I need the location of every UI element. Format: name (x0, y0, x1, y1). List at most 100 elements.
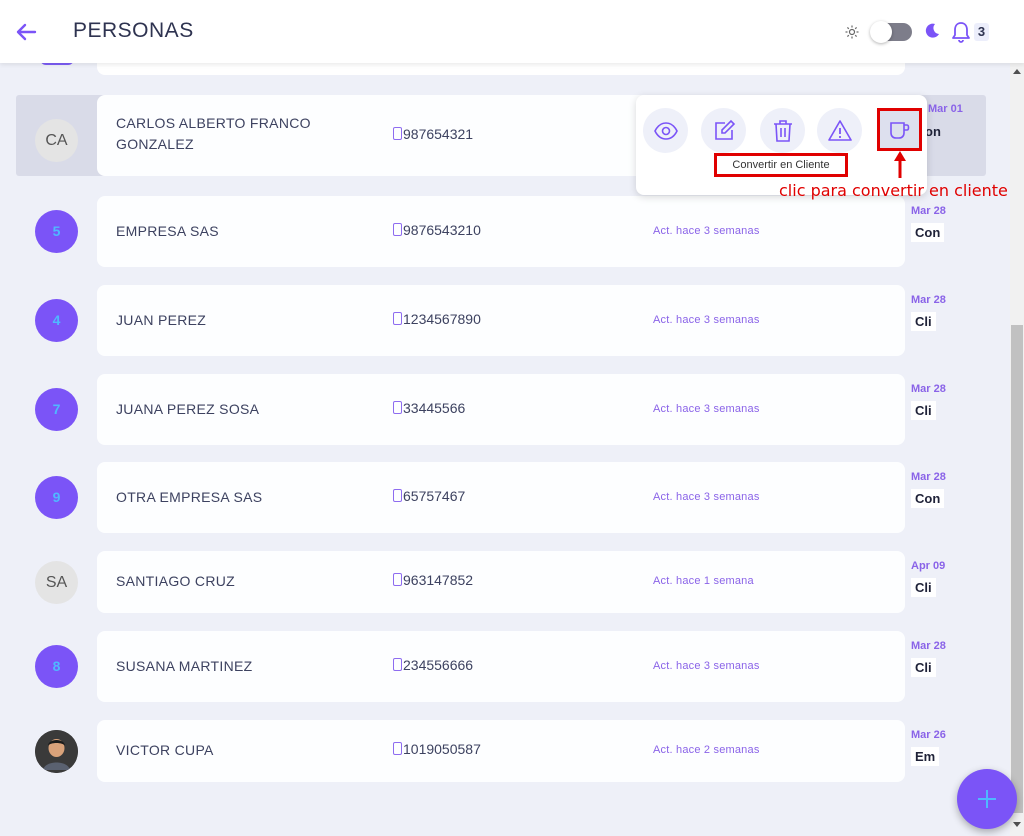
activity-label: Act. hace 3 semanas (653, 490, 760, 503)
person-name: OTRA EMPRESA SAS (116, 488, 263, 505)
phone-icon (393, 488, 402, 502)
actions-popup: Convertir en Cliente (636, 95, 927, 195)
type-tag: Cli (911, 312, 936, 331)
plus-icon (978, 790, 996, 808)
trash-icon (774, 120, 792, 142)
type-tag: Cli (911, 658, 936, 677)
list-item[interactable]: VICTOR CUPA 1019050587 Act. hace 2 semanas (97, 720, 905, 782)
edit-button[interactable] (701, 108, 746, 153)
phone-value: 33445566 (403, 399, 466, 416)
phone-icon (393, 742, 402, 755)
scrollbar[interactable] (1010, 63, 1024, 836)
person-name: EMPRESA SAS (116, 222, 219, 239)
phone-number: 33445566 (393, 400, 465, 416)
phone-number: 1234567890 (393, 311, 481, 327)
phone-number: 9876543210 (393, 222, 481, 238)
moon-icon[interactable] (924, 23, 940, 39)
cup-icon (890, 122, 910, 139)
type-tag: Cli (911, 578, 936, 597)
phone-number: 963147852 (393, 572, 473, 588)
convert-to-client-button[interactable] (877, 108, 922, 151)
annotation-arrow-icon (894, 151, 906, 178)
scroll-up-icon[interactable] (1013, 69, 1021, 74)
activity-label: Act. hace 3 semanas (653, 402, 760, 415)
activity-label: Act. hace 3 semanas (653, 659, 760, 672)
avatar: 7 (35, 388, 78, 431)
type-tag: on (925, 124, 941, 139)
date-label: Apr 09 (911, 560, 946, 572)
phone-value: 987654321 (403, 126, 474, 142)
phone-icon (393, 127, 402, 140)
activity-label: Act. hace 3 semanas (653, 313, 760, 326)
notification-count: 3 (974, 23, 989, 41)
toggle-knob (870, 21, 892, 43)
phone-icon (393, 400, 402, 414)
top-bar: PERSONAS 3 (0, 0, 1024, 63)
avatar: 9 (35, 476, 78, 519)
tooltip: Convertir en Cliente (714, 153, 848, 177)
date-label: Mar 28 (911, 471, 946, 483)
phone-value: 65757467 (403, 487, 466, 504)
phone-value: 9876543210 (403, 221, 481, 238)
warning-icon (828, 120, 852, 141)
person-name: JUAN PEREZ (116, 311, 207, 328)
person-photo-icon (35, 729, 78, 773)
list-item[interactable]: SANTIAGO CRUZ 963147852 Act. hace 1 semana (97, 551, 905, 613)
back-arrow-icon[interactable] (14, 20, 38, 44)
list-item[interactable]: SUSANA MARTINEZ 234556666 Act. hace 3 sema… (97, 631, 905, 702)
view-button[interactable] (643, 108, 688, 153)
date-label: Mar 26 (911, 729, 946, 741)
phone-number: 987654321 (393, 126, 473, 142)
list-item[interactable]: OTRA EMPRESA SAS 65757467 Act. hace 3 sema… (97, 462, 905, 533)
phone-value: 963147852 (403, 572, 474, 588)
list-item[interactable]: JUAN PEREZ 1234567890 Act. hace 3 semanas (97, 285, 905, 356)
phone-number: 234556666 (393, 657, 473, 673)
list-item[interactable]: EMPRESA SAS 9876543210 Act. hace 3 semanas (97, 196, 905, 267)
phone-icon (393, 657, 402, 671)
person-name: VICTOR CUPA (116, 742, 214, 758)
delete-button[interactable] (760, 108, 805, 153)
phone-number: 65757467 (393, 488, 465, 504)
date-label: Mar 01 (928, 103, 963, 115)
list-item[interactable]: JUANA PEREZ SOSA 33445566 Act. hace 3 sema… (97, 374, 905, 445)
annotation-text: clic para convertir en cliente (779, 181, 1008, 200)
person-name: SUSANA MARTINEZ (116, 657, 253, 674)
phone-icon (393, 573, 402, 586)
phone-value: 1019050587 (403, 741, 481, 757)
avatar: 4 (35, 299, 78, 342)
activity-label: Act. hace 1 semana (653, 575, 754, 587)
type-tag: Cli (911, 401, 936, 420)
phone-value: 234556666 (403, 656, 474, 673)
avatar (35, 729, 78, 773)
date-label: Mar 28 (911, 205, 946, 217)
page-title: PERSONAS (73, 19, 194, 42)
avatar: SA (35, 560, 78, 604)
theme-toggle[interactable] (870, 21, 912, 43)
date-label: Mar 28 (911, 383, 946, 395)
report-button[interactable] (817, 108, 862, 153)
add-person-button[interactable] (957, 769, 1017, 829)
type-tag: Con (911, 489, 945, 508)
phone-value: 1234567890 (403, 310, 481, 327)
type-tag: Con (911, 223, 945, 242)
list-item-partial[interactable] (97, 63, 905, 75)
bell-icon[interactable] (951, 21, 971, 43)
person-name: CARLOS ALBERTO FRANCO GONZALEZ (116, 115, 311, 152)
date-label: Mar 28 (911, 294, 946, 306)
phone-number: 1019050587 (393, 741, 481, 757)
type-tag: Em (911, 747, 940, 766)
person-name: JUANA PEREZ SOSA (116, 400, 260, 417)
eye-icon (654, 122, 678, 140)
avatar: 5 (35, 210, 78, 253)
activity-label: Act. hace 3 semanas (653, 224, 760, 237)
scroll-thumb[interactable] (1011, 325, 1023, 813)
date-label: Mar 28 (911, 640, 946, 652)
scroll-down-icon[interactable] (1013, 822, 1021, 827)
phone-icon (393, 222, 402, 236)
avatar: CA (35, 119, 78, 162)
sun-icon (845, 25, 859, 39)
phone-icon (393, 311, 402, 325)
avatar: 8 (35, 645, 78, 688)
edit-icon (715, 119, 736, 140)
person-name: SANTIAGO CRUZ (116, 573, 236, 589)
